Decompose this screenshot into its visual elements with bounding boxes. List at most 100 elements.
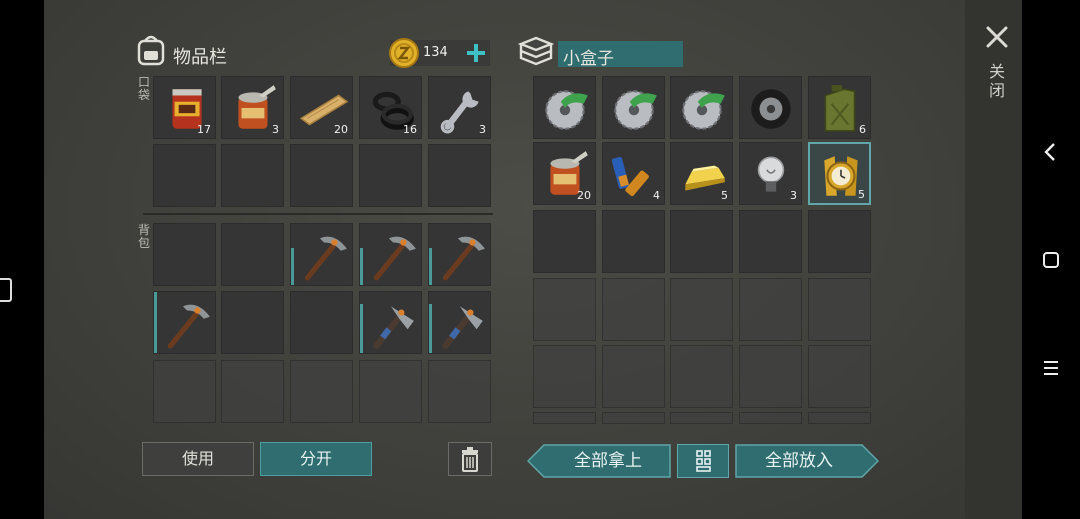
pickaxe-icon [442, 236, 485, 281]
close-label[interactable]: 关闭 [985, 62, 1009, 100]
empty-slot[interactable] [153, 223, 216, 286]
empty-slot[interactable] [153, 360, 216, 423]
item-slot[interactable]: 17 [153, 76, 216, 139]
item-slot[interactable] [670, 76, 733, 139]
item-count: 20 [577, 189, 591, 202]
menu-icon[interactable] [1022, 354, 1080, 386]
empty-slot[interactable] [808, 278, 871, 341]
delete-button[interactable] [448, 442, 492, 476]
close-icon[interactable] [982, 22, 1012, 52]
empty-slot[interactable] [670, 278, 733, 341]
item-slot[interactable] [153, 291, 216, 354]
empty-slot[interactable] [533, 345, 596, 408]
pickaxe-icon [304, 236, 347, 281]
item-slot[interactable]: 5 [808, 142, 871, 205]
item-slot[interactable] [602, 76, 665, 139]
saw-blade-icon [682, 90, 725, 130]
durability-bar [360, 304, 363, 353]
use-button[interactable]: 使用 [142, 442, 254, 476]
empty-slot[interactable] [221, 144, 284, 207]
item-slot[interactable]: 3 [739, 142, 802, 205]
empty-slot[interactable] [533, 278, 596, 341]
saw-blade-icon [545, 90, 588, 130]
empty-slot[interactable] [428, 360, 491, 423]
empty-slot[interactable] [221, 223, 284, 286]
empty-slot[interactable] [602, 412, 665, 424]
empty-slot[interactable] [221, 291, 284, 354]
item-count: 6 [859, 123, 866, 136]
empty-slot[interactable] [359, 360, 422, 423]
box-icon [518, 36, 554, 66]
split-button[interactable]: 分开 [260, 442, 372, 476]
tire-icon [751, 89, 791, 129]
item-slot[interactable] [290, 223, 353, 286]
empty-slot[interactable] [290, 360, 353, 423]
item-slot[interactable] [739, 76, 802, 139]
empty-slot[interactable] [670, 210, 733, 273]
empty-slot[interactable] [221, 360, 284, 423]
empty-slot[interactable] [808, 345, 871, 408]
item-count: 3 [479, 123, 486, 136]
device-indicator [0, 278, 12, 302]
item-slot[interactable] [533, 76, 596, 139]
empty-slot[interactable] [359, 144, 422, 207]
left-edge [0, 0, 44, 519]
item-slot[interactable]: 20 [533, 142, 596, 205]
empty-slot[interactable] [153, 144, 216, 207]
backpack-icon [137, 35, 165, 66]
empty-slot[interactable] [602, 278, 665, 341]
sort-button[interactable] [677, 444, 729, 478]
item-slot[interactable]: 6 [808, 76, 871, 139]
empty-slot[interactable] [533, 412, 596, 424]
hammer-icon [373, 306, 414, 349]
item-count: 4 [653, 189, 660, 202]
durability-bar [154, 292, 157, 353]
pickaxe-icon [373, 236, 416, 281]
empty-slot[interactable] [739, 210, 802, 273]
empty-slot[interactable] [602, 210, 665, 273]
empty-slot[interactable] [739, 412, 802, 424]
item-count: 17 [197, 123, 211, 136]
item-slot[interactable]: 3 [221, 76, 284, 139]
empty-slot[interactable] [808, 210, 871, 273]
backpack-label: 背包 [137, 223, 150, 250]
item-count: 16 [403, 123, 417, 136]
sort-grid-icon [696, 450, 711, 472]
empty-slot[interactable] [428, 144, 491, 207]
empty-slot[interactable] [739, 345, 802, 408]
durability-bar [429, 304, 432, 353]
empty-slot[interactable] [670, 345, 733, 408]
trash-icon [462, 447, 478, 472]
item-slot[interactable]: 3 [428, 76, 491, 139]
coin-count: 134 [423, 45, 448, 60]
item-count: 3 [790, 189, 797, 202]
put-all-button[interactable]: 全部放入 [735, 444, 863, 478]
item-slot[interactable] [359, 223, 422, 286]
item-slot[interactable] [428, 291, 491, 354]
item-slot[interactable]: 16 [359, 76, 422, 139]
item-slot[interactable] [359, 291, 422, 354]
item-slot[interactable]: 20 [290, 76, 353, 139]
durability-bar [360, 248, 363, 285]
empty-slot[interactable] [739, 278, 802, 341]
durability-bar [429, 248, 432, 285]
empty-slot[interactable] [533, 210, 596, 273]
item-slot[interactable] [428, 223, 491, 286]
item-count: 20 [334, 123, 348, 136]
durability-bar [291, 248, 294, 285]
back-icon[interactable] [1022, 138, 1080, 170]
pocket-label: 口袋 [137, 75, 150, 102]
item-slot[interactable]: 5 [670, 142, 733, 205]
item-slot[interactable]: 4 [602, 142, 665, 205]
empty-slot[interactable] [670, 412, 733, 424]
inventory-title: 物品栏 [173, 47, 227, 68]
empty-slot[interactable] [290, 144, 353, 207]
empty-slot[interactable] [602, 345, 665, 408]
home-icon[interactable] [1022, 246, 1080, 278]
empty-slot[interactable] [808, 412, 871, 424]
empty-slot[interactable] [290, 291, 353, 354]
take-all-button[interactable]: 全部拿上 [545, 444, 671, 478]
container-title[interactable]: 小盒子 [563, 44, 614, 69]
add-coins-icon[interactable] [464, 41, 488, 65]
item-count: 5 [721, 189, 728, 202]
